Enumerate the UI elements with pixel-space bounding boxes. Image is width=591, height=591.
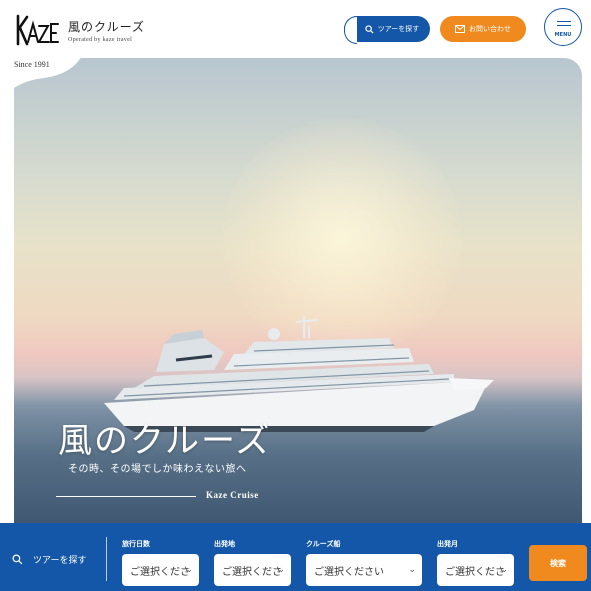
search-icon (365, 24, 374, 34)
hero-tagline: Kaze Cruise (206, 490, 259, 500)
chevron-down-icon: ⌄ (277, 565, 285, 575)
inquiry-label: お問い合わせ (469, 25, 511, 33)
ship-select-value: ご選択ください (314, 566, 384, 578)
inquiry-button[interactable]: お問い合わせ (440, 16, 526, 42)
field-label-month: 出発月 (437, 540, 458, 548)
field-duration: 旅行日数 ご選択くださ ⌄ (122, 539, 199, 586)
month-select[interactable]: ご選択くださ ⌄ (437, 554, 514, 586)
hamburger-icon (557, 21, 571, 22)
chevron-down-icon: ⌄ (500, 565, 508, 575)
logo-subtitle: Operated by kaze travel (68, 36, 133, 43)
hero-subtitle: その時、その場でしか味わえない旅へ (68, 464, 247, 475)
field-month: 出発月 ご選択くださ ⌄ (437, 539, 514, 586)
chevron-down-icon: ⌄ (408, 565, 416, 575)
hero-title: 風のクルーズ (58, 421, 272, 461)
logo-title: 風のクルーズ (68, 19, 146, 34)
search-bar: ツアーを探す 旅行日数 ご選択くださ ⌄ 出発地 ご選択くださ ⌄ クルーズ船 … (0, 523, 591, 591)
search-icon (12, 554, 23, 565)
ship-select[interactable]: ご選択ください ⌄ (306, 554, 422, 586)
search-divider (106, 537, 107, 581)
tour-search-label: ツアーを探す (377, 25, 420, 33)
tour-search-button[interactable]: ツアーを探す (344, 16, 430, 44)
kaze-logo-icon (16, 14, 59, 46)
departure-select[interactable]: ご選択くださ ⌄ (214, 554, 291, 586)
field-label-duration: 旅行日数 (122, 540, 150, 548)
month-select-value: ご選択くださ (445, 566, 505, 578)
site-logo[interactable]: 風のクルーズ Operated by kaze travel (14, 12, 145, 48)
duration-select-value: ご選択くださ (130, 566, 190, 578)
search-bar-label: ツアーを探す (33, 556, 87, 566)
departure-select-value: ご選択くださ (222, 566, 282, 578)
duration-select[interactable]: ご選択くださ ⌄ (122, 554, 199, 586)
field-label-ship: クルーズ船 (306, 540, 341, 548)
search-submit-button[interactable]: 検索 (529, 545, 587, 581)
search-bar-title: ツアーを探す (12, 553, 86, 566)
hero-section: 風のクルーズ その時、その場でしか味わえない旅へ Kaze Cruise (14, 58, 582, 528)
menu-label: MENU (554, 32, 572, 38)
menu-button[interactable]: MENU (544, 8, 582, 46)
field-label-departure: 出発地 (214, 540, 235, 548)
since-text: Since 1991 (14, 60, 50, 69)
chevron-down-icon: ⌄ (185, 565, 193, 575)
field-ship: クルーズ船 ご選択ください ⌄ (306, 539, 422, 586)
field-departure: 出発地 ご選択くださ ⌄ (214, 539, 291, 586)
hero-divider (56, 496, 196, 497)
since-wave-shape (14, 52, 84, 88)
mail-icon (455, 25, 465, 33)
